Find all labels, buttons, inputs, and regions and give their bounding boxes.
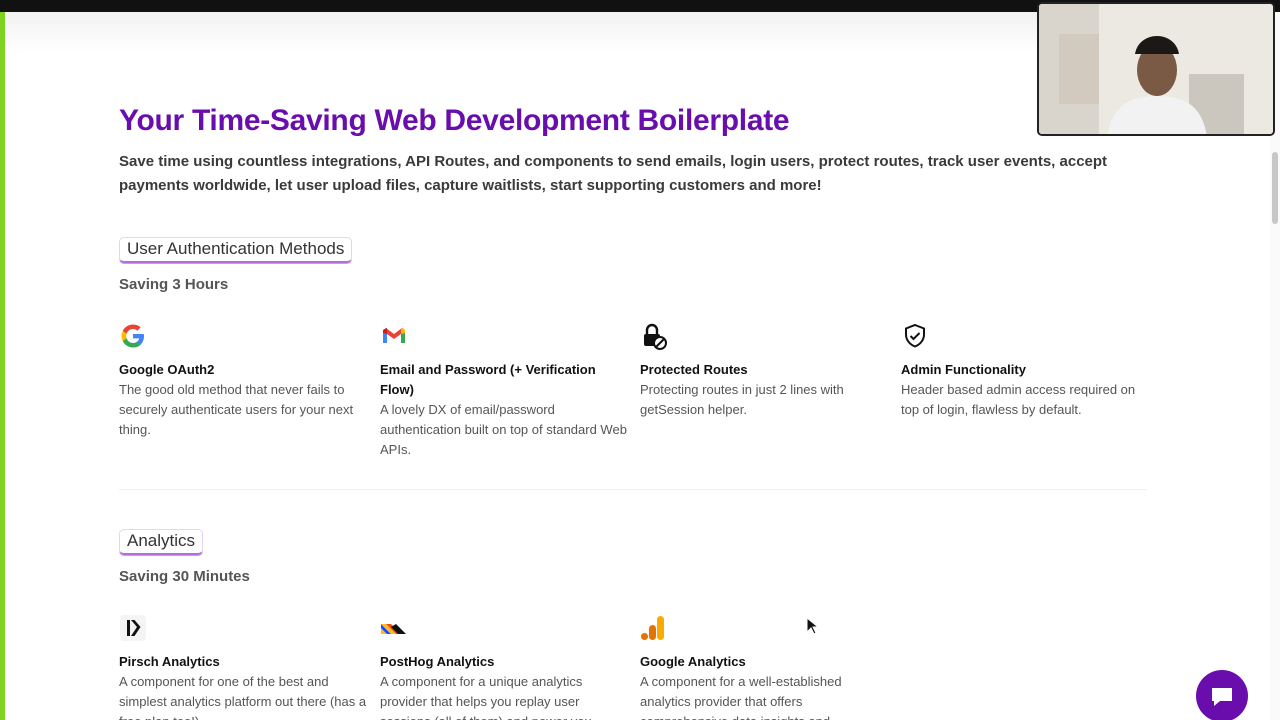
feature-description: A lovely DX of email/password authentica… — [380, 402, 627, 457]
feature-title: Admin Functionality — [901, 362, 1026, 377]
section-divider — [119, 489, 1147, 490]
saving-label-analytics: Saving 30 Minutes — [119, 568, 250, 585]
mouse-cursor-icon — [806, 617, 818, 635]
chat-widget-button[interactable] — [1196, 670, 1248, 720]
feature-title: Email and Password (+ Verification Flow) — [380, 362, 596, 397]
feature-title: PostHog Analytics — [380, 654, 495, 669]
scrollbar-thumb[interactable] — [1272, 152, 1278, 224]
section-tag-analytics: Analytics — [119, 529, 204, 555]
pirsch-icon — [120, 615, 146, 641]
section-tag-authentication: User Authentication Methods — [119, 237, 353, 263]
webcam-video-icon — [1039, 4, 1273, 134]
google-icon — [121, 324, 144, 348]
webcam-overlay — [1037, 2, 1275, 136]
shield-check-icon — [905, 323, 925, 348]
feature-title: Google Analytics — [640, 654, 746, 669]
feature-description: Header based admin access required on to… — [901, 382, 1136, 417]
feature-description: Protecting routes in just 2 lines with g… — [640, 382, 844, 417]
feature-description: A component for a unique analytics provi… — [380, 674, 592, 720]
feature-description: A component for one of the best and simp… — [119, 674, 367, 720]
feature-title: Pirsch Analytics — [119, 654, 220, 669]
google-analytics-icon — [641, 616, 664, 640]
chat-bubble-icon — [1212, 688, 1232, 706]
feature-description: The good old method that never fails to … — [119, 382, 354, 437]
page-title: Your Time-Saving Web Development Boilerp… — [119, 104, 790, 137]
feature-description: A component for a well-established analy… — [640, 674, 842, 720]
page-subtitle: Save time using countless integrations, … — [119, 153, 1108, 194]
feature-title: Google OAuth2 — [119, 362, 215, 377]
posthog-icon — [381, 624, 406, 634]
saving-label-authentication: Saving 3 Hours — [119, 276, 229, 293]
window-frame-accent — [0, 12, 5, 720]
lock-icon — [644, 323, 667, 350]
feature-title: Protected Routes — [640, 362, 748, 377]
gmail-icon — [383, 328, 405, 343]
